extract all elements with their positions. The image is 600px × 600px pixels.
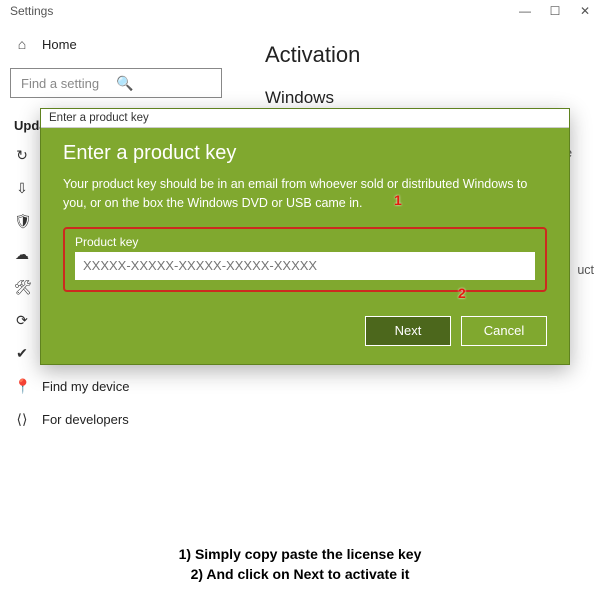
instruction-line-2: 2) And click on Next to activate it xyxy=(0,566,600,582)
product-key-field-group: Product key xyxy=(63,227,547,292)
backup-icon: ☁ xyxy=(14,246,30,263)
truncated-text: uct xyxy=(577,263,594,277)
search-placeholder: Find a setting xyxy=(21,76,116,91)
window-minimize[interactable]: — xyxy=(510,0,540,22)
next-button[interactable]: Next xyxy=(365,316,451,346)
dialog-titlebar: Enter a product key xyxy=(41,109,569,128)
product-key-input[interactable] xyxy=(75,252,535,280)
sidebar-item-find-device[interactable]: 📍 Find my device xyxy=(0,370,232,403)
search-icon: 🔍 xyxy=(116,75,211,92)
search-input[interactable]: Find a setting 🔍 xyxy=(10,68,222,98)
window-title: Settings xyxy=(10,4,53,18)
dialog-buttons: Next Cancel xyxy=(63,316,547,346)
product-key-dialog: Enter a product key Enter a product key … xyxy=(40,108,570,365)
sync-icon: ↻ xyxy=(14,147,30,164)
section-windows-title: Windows xyxy=(265,88,580,108)
sidebar-item-developers[interactable]: ⟨⟩ For developers xyxy=(0,403,232,436)
activation-icon: ✔ xyxy=(14,345,30,362)
dialog-help-text: Your product key should be in an email f… xyxy=(63,175,547,213)
home-icon: ⌂ xyxy=(14,36,30,52)
sidebar-item-label: Find my device xyxy=(42,379,129,394)
download-icon: ⇩ xyxy=(14,180,30,197)
sidebar-item-label: For developers xyxy=(42,412,129,427)
window-close[interactable]: ✕ xyxy=(570,0,600,22)
shield-icon: 🛡 xyxy=(14,213,30,230)
cancel-button[interactable]: Cancel xyxy=(461,316,547,346)
sidebar-home-label: Home xyxy=(42,37,77,52)
window-controls: — ☐ ✕ xyxy=(510,0,600,22)
developers-icon: ⟨⟩ xyxy=(14,411,30,428)
location-icon: 📍 xyxy=(14,378,30,395)
recovery-icon: ⟳ xyxy=(14,312,30,329)
troubleshoot-icon: 🛠 xyxy=(14,279,30,296)
instruction-line-1: 1) Simply copy paste the license key xyxy=(0,546,600,562)
product-key-label: Product key xyxy=(75,235,535,249)
window-maximize[interactable]: ☐ xyxy=(540,0,570,22)
dialog-heading: Enter a product key xyxy=(63,142,547,165)
annotation-1: 1 xyxy=(394,192,402,208)
sidebar-home[interactable]: ⌂ Home xyxy=(0,28,232,60)
annotation-2: 2 xyxy=(458,285,466,301)
instructions: 1) Simply copy paste the license key 2) … xyxy=(0,542,600,586)
page-title: Activation xyxy=(265,42,580,68)
